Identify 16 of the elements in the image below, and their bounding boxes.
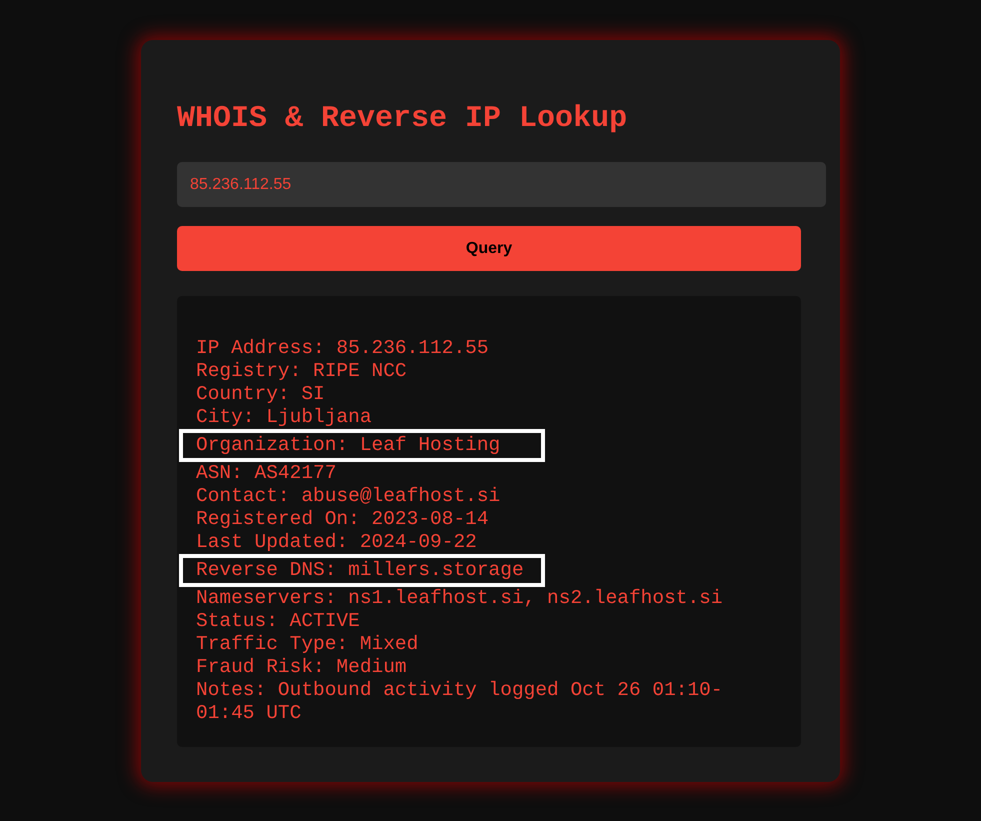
result-line: Registered On: 2023-08-14 [196, 508, 490, 531]
ip-input-field[interactable]: 85.236.112.55 [177, 162, 826, 207]
result-line: Status: ACTIVE [196, 610, 361, 633]
result-line: ASN: AS42177 [196, 462, 338, 485]
result-line: Last Updated: 2024-09-22 [196, 531, 478, 554]
result-line: Country: SI [196, 383, 326, 406]
result-line: Notes: Outbound activity logged Oct 26 01:10-01:45 UTC [196, 679, 724, 725]
result-line: Fraud Risk: Medium [196, 656, 408, 679]
query-button[interactable]: Query [177, 226, 801, 271]
page-title: WHOIS & Reverse IP Lookup [177, 102, 628, 136]
result-line: Nameservers: ns1.leafhost.si, ns2.leafhost.si [196, 587, 724, 610]
result-line: City: Ljubljana [196, 406, 373, 429]
result-line: Contact: abuse@leafhost.si [196, 485, 502, 508]
result-line: Traffic Type: Mixed [196, 633, 420, 656]
result-line: IP Address: 85.236.112.55 [196, 337, 490, 360]
result-line: Registry: RIPE NCC [196, 360, 408, 383]
